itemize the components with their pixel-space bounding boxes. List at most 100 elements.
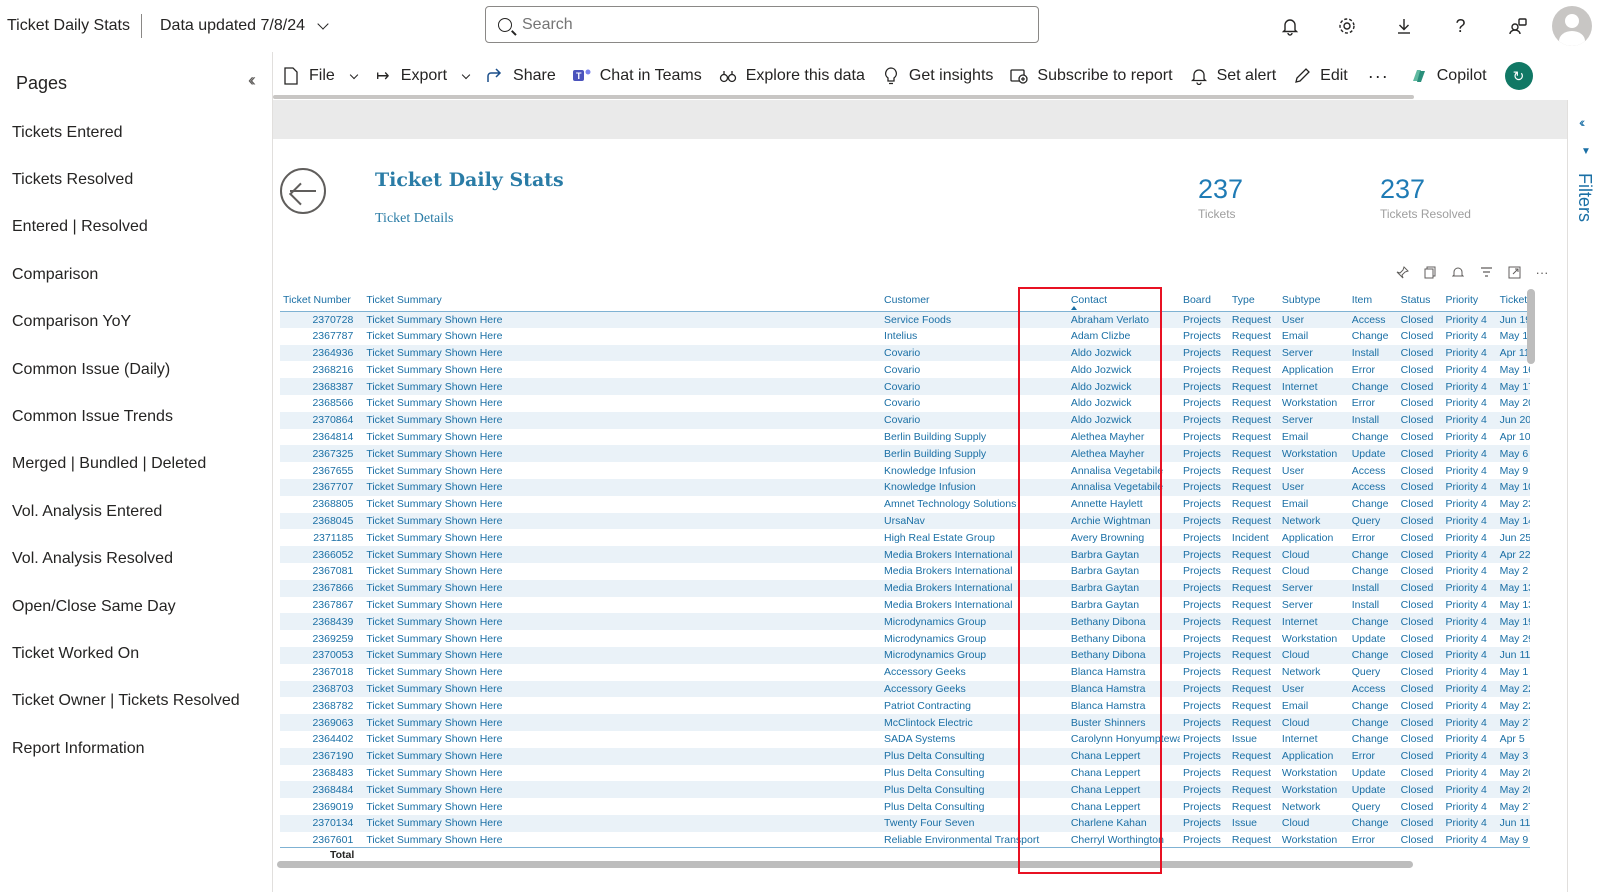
- table-row[interactable]: 2367601 Ticket Summary Shown Here Reliable…: [280, 832, 1530, 849]
- data-updated-dropdown[interactable]: Data updated 7/8/24: [160, 17, 329, 35]
- table-row[interactable]: 2368387 Ticket Summary Shown Here Covario A…: [280, 378, 1530, 395]
- table-row[interactable]: 2367655 Ticket Summary Shown Here Knowledg…: [280, 462, 1530, 479]
- focus-mode-icon[interactable]: [1507, 265, 1521, 279]
- column-header-ticket-number[interactable]: Ticket Number: [280, 289, 364, 312]
- column-header-board[interactable]: Board: [1179, 289, 1229, 312]
- page-item[interactable]: Comparison: [0, 251, 272, 298]
- gear-icon[interactable]: [1318, 0, 1375, 52]
- table-row[interactable]: 2370728 Ticket Summary Shown Here Service …: [280, 311, 1530, 328]
- table-row[interactable]: 2369019 Ticket Summary Shown Here Plus Del…: [280, 798, 1530, 815]
- table-row[interactable]: 2367190 Ticket Summary Shown Here Plus Del…: [280, 747, 1530, 765]
- cell-subtype: Email: [1281, 430, 1309, 443]
- back-arrow-icon[interactable]: [280, 168, 326, 214]
- command-bar-scrollbar[interactable]: [273, 95, 1414, 99]
- table-row[interactable]: 2371185 Ticket Summary Shown Here High Rea…: [280, 529, 1530, 546]
- table-row[interactable]: 2370134 Ticket Summary Shown Here Twenty F…: [280, 814, 1530, 832]
- cell-item: Query: [1351, 666, 1381, 679]
- filter-icon[interactable]: [1479, 265, 1493, 279]
- filters-pane-collapsed[interactable]: ‹‹ ▼ Filters: [1567, 100, 1600, 892]
- page-item[interactable]: Open/Close Same Day: [0, 583, 272, 630]
- table-horizontal-scrollbar[interactable]: [277, 861, 1413, 868]
- edit-button[interactable]: Edit: [1284, 56, 1356, 96]
- table-row[interactable]: 2369259 Ticket Summary Shown Here Microdyn…: [280, 630, 1530, 647]
- page-item[interactable]: Tickets Resolved: [0, 156, 272, 203]
- page-item[interactable]: Report Information: [0, 725, 272, 772]
- cell-contact: Adam Clizbe: [1070, 330, 1131, 343]
- avatar[interactable]: [1552, 6, 1592, 46]
- table-row[interactable]: 2367018 Ticket Summary Shown Here Accessor…: [280, 664, 1530, 681]
- explore-data-button[interactable]: Explore this data: [710, 56, 873, 96]
- page-item[interactable]: Tickets Entered: [0, 109, 272, 156]
- table-row[interactable]: 2364814 Ticket Summary Shown Here Berlin B…: [280, 429, 1530, 446]
- table-row[interactable]: 2367325 Ticket Summary Shown Here Berlin B…: [280, 445, 1530, 463]
- table-row[interactable]: 2368566 Ticket Summary Shown Here Covario A…: [280, 395, 1530, 412]
- column-header-type[interactable]: Type: [1228, 289, 1279, 312]
- table-row[interactable]: 2370053 Ticket Summary Shown Here Microdyn…: [280, 646, 1530, 664]
- refresh-icon[interactable]: ↻: [1504, 62, 1533, 90]
- column-header-ticket-summary[interactable]: Ticket Summary: [363, 289, 882, 312]
- export-menu[interactable]: ↦ Export: [365, 56, 477, 96]
- copy-icon[interactable]: [1423, 265, 1437, 279]
- column-header-ticket-create-date[interactable]: Ticket Create Da: [1496, 289, 1530, 312]
- table-row[interactable]: 2368805 Ticket Summary Shown Here Amnet Te…: [280, 496, 1530, 513]
- subscribe-button[interactable]: Subscribe to report: [1001, 56, 1180, 96]
- search-box[interactable]: [485, 6, 1039, 43]
- page-item[interactable]: Common Issue (Daily): [0, 346, 272, 393]
- file-menu[interactable]: File: [273, 56, 365, 96]
- table-row[interactable]: 2367707 Ticket Summary Shown Here Knowledg…: [280, 478, 1530, 496]
- more-options-button[interactable]: ···: [1356, 56, 1401, 96]
- table-row[interactable]: 2369063 Ticket Summary Shown Here McClinto…: [280, 714, 1530, 731]
- cell-priority: Priority 4: [1442, 512, 1497, 530]
- pin-icon[interactable]: [1395, 265, 1409, 279]
- table-row[interactable]: 2368045 Ticket Summary Shown Here UrsaNav A…: [280, 512, 1530, 530]
- page-item[interactable]: Common Issue Trends: [0, 393, 272, 440]
- collapse-pages-icon[interactable]: ‹‹: [248, 70, 256, 91]
- table-row[interactable]: 2367081 Ticket Summary Shown Here Media Br…: [280, 563, 1530, 580]
- column-header-status[interactable]: Status: [1397, 289, 1443, 312]
- table-row[interactable]: 2368703 Ticket Summary Shown Here Accessor…: [280, 680, 1530, 698]
- download-icon[interactable]: [1375, 0, 1432, 52]
- column-header-contact[interactable]: Contact: [1050, 289, 1180, 312]
- cell-ticket-summary: Ticket Summary Shown Here: [363, 546, 882, 563]
- table-vertical-scrollbar[interactable]: [1527, 289, 1535, 364]
- table-row[interactable]: 2367867 Ticket Summary Shown Here Media Br…: [280, 597, 1530, 614]
- more-options-icon[interactable]: ···: [1535, 265, 1549, 280]
- page-item[interactable]: Vol. Analysis Resolved: [0, 536, 272, 583]
- cell-priority: Priority 4: [1445, 800, 1487, 813]
- share-people-icon[interactable]: [1489, 0, 1546, 52]
- expand-filters-icon[interactable]: ‹‹: [1579, 114, 1586, 130]
- copilot-button[interactable]: Copilot: [1401, 56, 1495, 96]
- table-row[interactable]: 2368782 Ticket Summary Shown Here Patriot …: [280, 697, 1530, 714]
- chat-in-teams-button[interactable]: T Chat in Teams: [564, 56, 710, 96]
- table-row[interactable]: 2367787 Ticket Summary Shown Here Intelius…: [280, 328, 1530, 345]
- page-item[interactable]: Comparison YoY: [0, 299, 272, 346]
- page-item[interactable]: Merged | Bundled | Deleted: [0, 441, 272, 488]
- table-row[interactable]: 2364936 Ticket Summary Shown Here Covario A…: [280, 344, 1530, 362]
- table-row[interactable]: 2367866 Ticket Summary Shown Here Media Br…: [280, 579, 1530, 597]
- page-item[interactable]: Vol. Analysis Entered: [0, 488, 272, 535]
- table-row[interactable]: 2366052 Ticket Summary Shown Here Media Br…: [280, 546, 1530, 563]
- table-row[interactable]: 2368483 Ticket Summary Shown Here Plus Del…: [280, 765, 1530, 782]
- alert-bell-icon[interactable]: [1451, 265, 1465, 279]
- table-row[interactable]: 2368484 Ticket Summary Shown Here Plus Del…: [280, 781, 1530, 799]
- search-input[interactable]: [522, 15, 992, 34]
- column-header-item[interactable]: Item: [1348, 289, 1398, 312]
- column-header-subtype[interactable]: Subtype: [1278, 289, 1349, 312]
- bell-icon[interactable]: [1261, 0, 1318, 52]
- cell-item: Change: [1351, 430, 1389, 443]
- table-row[interactable]: 2370864 Ticket Summary Shown Here Covario A…: [280, 411, 1530, 429]
- table-row[interactable]: 2368216 Ticket Summary Shown Here Covario A…: [280, 361, 1530, 378]
- report-canvas: Ticket Daily Stats Ticket Details 237 Ti…: [273, 139, 1567, 892]
- get-insights-button[interactable]: Get insights: [873, 56, 1001, 96]
- table-row[interactable]: 2364402 Ticket Summary Shown Here SADA Sys…: [280, 731, 1530, 748]
- share-button[interactable]: Share: [477, 56, 564, 96]
- table-row[interactable]: 2368439 Ticket Summary Shown Here Microdyn…: [280, 613, 1530, 631]
- page-item[interactable]: Ticket Owner | Tickets Resolved: [0, 678, 272, 725]
- help-icon[interactable]: ?: [1432, 0, 1489, 52]
- cell-item: Update: [1351, 766, 1386, 779]
- page-item[interactable]: Ticket Worked On: [0, 630, 272, 677]
- page-item[interactable]: Entered | Resolved: [0, 204, 272, 251]
- column-header-priority[interactable]: Priority: [1442, 289, 1497, 312]
- set-alert-button[interactable]: Set alert: [1181, 56, 1285, 96]
- column-header-customer[interactable]: Customer: [881, 289, 1051, 312]
